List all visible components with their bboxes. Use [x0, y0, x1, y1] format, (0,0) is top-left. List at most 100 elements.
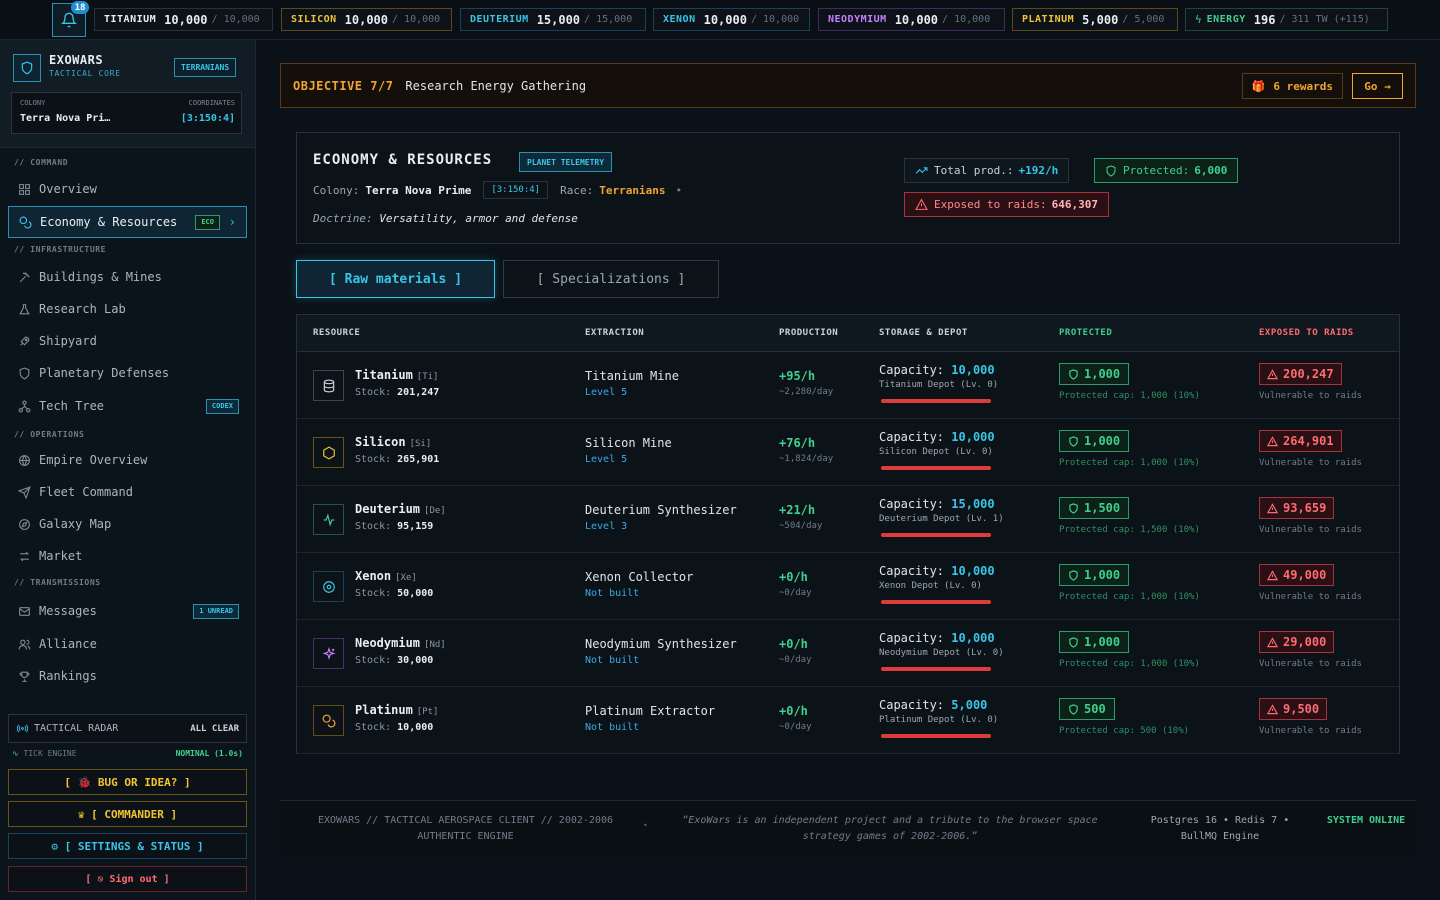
- table-row: Titanium [Ti] Stock: 201,247 Titanium Mine L…: [297, 352, 1399, 419]
- total-prod-value: +192/h: [1018, 164, 1059, 177]
- resource-symbol: [Si]: [409, 439, 432, 449]
- resource-chip-platinum: PLATINUM 5,000/ 5,000: [1012, 8, 1178, 31]
- resource-name: Silicon [Si]: [355, 435, 431, 449]
- sidebar-item-shipyard[interactable]: Shipyard: [8, 326, 247, 356]
- resources-table: RESOURCE EXTRACTION PRODUCTION STORAGE &…: [296, 314, 1400, 754]
- exposed-stat: Exposed to raids: 646,307: [904, 192, 1109, 217]
- sidebar-item-rankings[interactable]: Rankings: [8, 661, 247, 691]
- production-rate: +95/h: [779, 369, 816, 383]
- production-daily: ~0/day: [779, 588, 812, 598]
- extraction-level: Not built: [585, 655, 640, 666]
- objective-label: OBJECTIVE 7/7: [293, 78, 394, 93]
- header-production: PRODUCTION: [779, 328, 839, 338]
- extraction-building[interactable]: Neodymium Synthesizer: [585, 637, 737, 651]
- resource-value: 10,000: [894, 12, 939, 27]
- sparkle-icon: [313, 638, 344, 669]
- resource-stock: Stock: 265,901: [355, 454, 439, 465]
- resource-name: Neodymium [Nd]: [355, 636, 446, 650]
- protected-cap: Protected cap: 1,000 (10%): [1059, 391, 1200, 401]
- warning-icon: [1267, 502, 1278, 514]
- settings-button[interactable]: ⚙ [ SETTINGS & STATUS ]: [8, 833, 247, 859]
- resource-name-text: Xenon: [355, 569, 392, 583]
- sidebar-item-alliance[interactable]: Alliance: [8, 629, 247, 659]
- storage-overflow-bar: [881, 466, 991, 470]
- resource-name: XENON: [663, 14, 696, 25]
- gift-icon: 🎁: [1251, 79, 1266, 93]
- exposed-badge: 49,000: [1259, 564, 1335, 586]
- capacity-value: 5,000: [951, 698, 988, 712]
- vulnerable-label: Vulnerable to raids: [1259, 592, 1362, 602]
- resource-chip-xenon: XENON 10,000/ 10,000: [653, 8, 810, 31]
- sidebar: EXOWARS TACTICAL CORE TERRANIANS COLONY …: [0, 40, 256, 900]
- race-label: Race:: [560, 183, 594, 197]
- doctrine-label: Doctrine:: [313, 212, 373, 225]
- extraction-level: Not built: [585, 722, 640, 733]
- tab-raw-materials[interactable]: [ Raw materials ]: [296, 260, 495, 298]
- resource-name: Deuterium [De]: [355, 502, 446, 516]
- brand-header: EXOWARS TACTICAL CORE TERRANIANS COLONY …: [0, 40, 255, 148]
- resource-name-text: Neodymium: [355, 636, 421, 650]
- sidebar-item-fleet[interactable]: Fleet Command: [8, 477, 247, 507]
- extraction-building[interactable]: Xenon Collector: [585, 570, 693, 584]
- extraction-building[interactable]: Platinum Extractor: [585, 704, 715, 718]
- shield-icon: [1068, 703, 1079, 715]
- colony-coordinates: [3:150:4]: [483, 181, 549, 199]
- warning-icon: [1267, 569, 1278, 581]
- extraction-building[interactable]: Deuterium Synthesizer: [585, 503, 737, 517]
- colony-selector[interactable]: COLONY COORDINATES Terra Nova Pri… [3:15…: [11, 92, 242, 134]
- resource-name-text: Silicon: [355, 435, 406, 449]
- sidebar-item-market[interactable]: Market: [8, 541, 247, 571]
- sidebar-item-overview[interactable]: Overview: [8, 174, 247, 204]
- radar-status: ALL CLEAR: [190, 723, 239, 734]
- resource-chip-titanium: TITANIUM 10,000/ 10,000: [94, 8, 273, 31]
- footer-stack: Postgres 16 • Redis 7 • BullMQ Engine: [1150, 815, 1290, 842]
- resource-stock: Stock: 95,159: [355, 521, 433, 532]
- protected-value: 500: [1084, 702, 1106, 716]
- sidebar-item-techtree[interactable]: Tech Tree CODEX: [8, 391, 247, 421]
- resource-name: PLATINUM: [1022, 14, 1075, 25]
- tab-specializations[interactable]: [ Specializations ]: [503, 260, 719, 298]
- vulnerable-label: Vulnerable to raids: [1259, 726, 1362, 736]
- section-transmissions: // TRANSMISSIONS: [14, 578, 101, 587]
- sidebar-item-galaxy[interactable]: Galaxy Map: [8, 509, 247, 539]
- send-icon: [17, 485, 31, 499]
- table-row: Platinum [Pt] Stock: 10,000 Platinum Extrac…: [297, 687, 1399, 754]
- sidebar-item-label: Galaxy Map: [39, 517, 112, 531]
- header-protected: PROTECTED: [1059, 328, 1113, 338]
- sidebar-item-economy[interactable]: Economy & Resources ECO ›: [8, 206, 247, 238]
- commander-button[interactable]: ♛ [ COMMANDER ]: [8, 801, 247, 827]
- resource-name-text: Titanium: [355, 368, 413, 382]
- tactical-radar[interactable]: TACTICAL RADAR ALL CLEAR: [8, 714, 247, 743]
- resource-chip-deuterium: DEUTERIUM 15,000/ 15,000: [460, 8, 646, 31]
- production-rate: +0/h: [779, 704, 808, 718]
- shield-logo-icon: [13, 54, 41, 82]
- storage-overflow-bar: [881, 734, 991, 738]
- resource-symbol: [De]: [424, 506, 446, 516]
- section-infrastructure: // INFRASTRUCTURE: [14, 245, 107, 254]
- resource-value: 196: [1253, 12, 1276, 27]
- sidebar-item-empire[interactable]: Empire Overview: [8, 445, 247, 475]
- sidebar-item-research[interactable]: Research Lab: [8, 294, 247, 324]
- stock-label: Stock:: [355, 521, 392, 532]
- sidebar-item-defenses[interactable]: Planetary Defenses: [8, 358, 247, 388]
- rewards-button[interactable]: 🎁 6 rewards: [1241, 73, 1343, 99]
- notifications-button[interactable]: 18: [52, 1, 89, 37]
- sign-out-button[interactable]: [ ⎋ Sign out ]: [8, 866, 247, 892]
- capacity-value: 10,000: [951, 430, 995, 444]
- sidebar-item-label: Empire Overview: [39, 453, 148, 467]
- stock-value: 95,159: [397, 521, 434, 532]
- storage-overflow-bar: [881, 533, 991, 537]
- bug-report-button[interactable]: [ 🐞 BUG OR IDEA? ]: [8, 769, 247, 795]
- depot-info: Platinum Depot (Lv. 0): [879, 715, 999, 725]
- warning-icon: [1267, 636, 1278, 648]
- table-row: Deuterium [De] Stock: 95,159 Deuterium Synt…: [297, 486, 1399, 553]
- sidebar-item-buildings[interactable]: Buildings & Mines: [8, 262, 247, 292]
- go-button[interactable]: Go →: [1352, 73, 1403, 99]
- extraction-building[interactable]: Titanium Mine: [585, 369, 679, 383]
- stock-label: Stock:: [355, 387, 392, 398]
- sidebar-item-messages[interactable]: Messages 1 UNREAD: [8, 596, 247, 626]
- protected-cap: Protected cap: 1,000 (10%): [1059, 592, 1200, 602]
- extraction-building[interactable]: Silicon Mine: [585, 436, 672, 450]
- shield-icon: [1068, 569, 1079, 581]
- protected-cap: Protected cap: 1,000 (10%): [1059, 458, 1200, 468]
